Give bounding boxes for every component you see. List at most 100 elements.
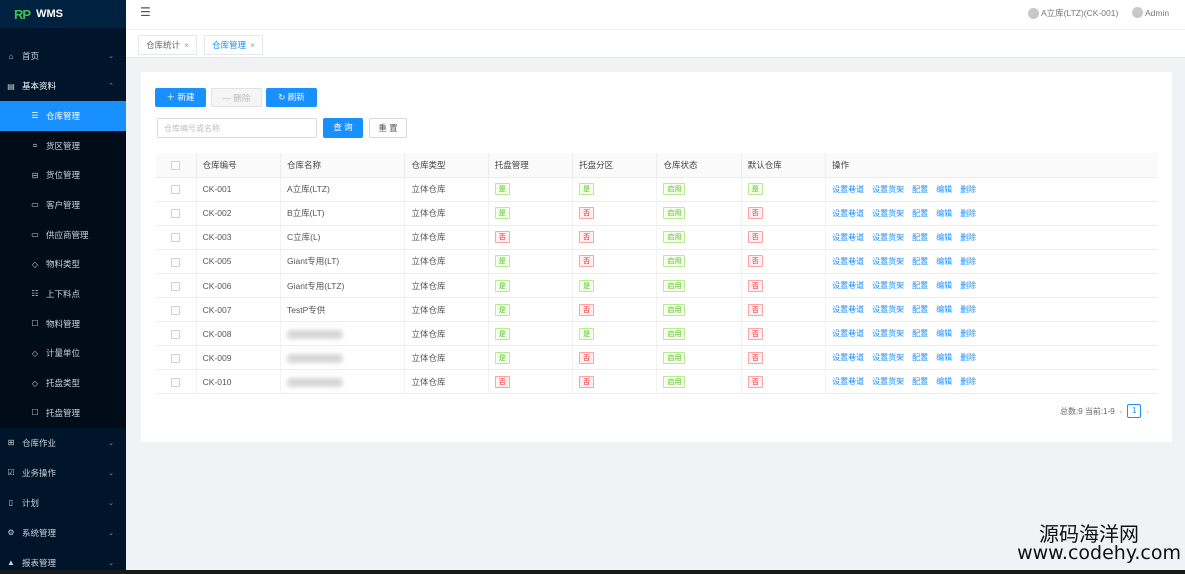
row-action-link[interactable]: 删除: [960, 329, 976, 338]
row-action-link[interactable]: 配置: [912, 329, 928, 338]
row-action-link[interactable]: 编辑: [936, 281, 952, 290]
chevron-right-icon[interactable]: ›: [1146, 407, 1149, 416]
warehouse-switcher[interactable]: A立库(LTZ)(CK-001): [1028, 7, 1118, 19]
delete-button[interactable]: — 删除: [211, 88, 262, 107]
row-checkbox[interactable]: [171, 257, 181, 267]
row-action-link[interactable]: 设置货架: [872, 257, 904, 266]
row-action-link[interactable]: 设置货架: [872, 185, 904, 194]
row-action-link[interactable]: 配置: [912, 233, 928, 242]
sidebar-subitem[interactable]: ⊟ 货位管理: [0, 160, 126, 190]
row-action-link[interactable]: 设置巷道: [832, 353, 864, 362]
table-row[interactable]: CK-005 Giant专用(LT) 立体仓库 是 否 启用 否 设置巷道 设置货…: [156, 249, 1158, 274]
page-button-1[interactable]: 1: [1127, 404, 1142, 418]
sidebar-subitem[interactable]: ◇ 计量单位: [0, 339, 126, 369]
table-row[interactable]: CK-008 立体仓库 是 是 启用 否 设置巷道 设置货架 配置 编辑 删除: [156, 321, 1158, 347]
row-action-link[interactable]: 删除: [960, 233, 976, 242]
sidebar-subitem[interactable]: ◇ 物料类型: [0, 249, 126, 279]
sidebar-group[interactable]: ⚙ 系统管理 ⌄: [0, 518, 126, 548]
status-cell: 启用: [656, 177, 742, 202]
row-action-link[interactable]: 配置: [912, 209, 928, 218]
row-checkbox[interactable]: [171, 378, 181, 388]
table-row[interactable]: CK-001 A立库(LTZ) 立体仓库 是 是 启用 是 设置巷道 设置货架 配置…: [156, 177, 1158, 202]
row-action-link[interactable]: 设置货架: [872, 329, 904, 338]
table-row[interactable]: CK-007 TestP专供 立体仓库 是 否 启用 否 设置巷道 设置货架 配置编…: [156, 297, 1158, 323]
row-action-link[interactable]: 编辑: [936, 353, 952, 362]
sidebar-subitem[interactable]: ◇ 托盘类型: [0, 368, 126, 398]
row-checkbox[interactable]: [171, 353, 181, 363]
row-action-link[interactable]: 编辑: [936, 233, 952, 242]
sidebar-item-home[interactable]: ⌂ 首页 ⌄: [0, 41, 126, 71]
sidebar-subitem[interactable]: ⌗ 货区管理: [0, 131, 126, 161]
row-action-link[interactable]: 编辑: [936, 377, 952, 386]
table-row[interactable]: CK-010 立体仓库 否 否 启用 否 设置巷道 设置货架 配置 编辑 删除: [156, 369, 1158, 395]
chevron-left-icon[interactable]: ‹: [1120, 407, 1123, 416]
sidebar-group[interactable]: ▯ 计划 ⌄: [0, 488, 126, 518]
search-input[interactable]: [157, 118, 317, 138]
table-row[interactable]: CK-006 Giant专用(LTZ) 立体仓库 是 是 启用 否 设置巷道 设置…: [156, 273, 1158, 299]
table-row[interactable]: CK-003 C立库(L) 立体仓库 否 否 启用 否 设置巷道 设置货架 配置 编辑…: [156, 225, 1158, 250]
refresh-button[interactable]: ↻ 刷新: [266, 88, 317, 107]
sidebar-subitem[interactable]: ☐ 物料管理: [0, 309, 126, 339]
sidebar-item-basic[interactable]: ▤ 基本资料 ⌃: [0, 71, 126, 101]
sidebar-subitem[interactable]: ☷ 上下料点: [0, 279, 126, 309]
close-icon[interactable]: ×: [250, 40, 255, 50]
sidebar-subitem[interactable]: ▭ 供应商管理: [0, 220, 126, 250]
row-checkbox[interactable]: [171, 233, 181, 243]
row-checkbox[interactable]: [171, 329, 181, 339]
sidebar-group[interactable]: ☑ 业务操作 ⌄: [0, 458, 126, 488]
row-action-link[interactable]: 设置货架: [872, 209, 904, 218]
tab-warehouse-stats[interactable]: 仓库统计 ×: [138, 35, 197, 55]
row-action-link[interactable]: 设置货架: [872, 377, 904, 386]
row-action-link[interactable]: 设置巷道: [832, 305, 864, 314]
table-row[interactable]: CK-002 B立库(LT) 立体仓库 是 否 启用 否 设置巷道 设置货架 配置编…: [156, 201, 1158, 226]
row-checkbox[interactable]: [171, 185, 181, 195]
row-action-link[interactable]: 删除: [960, 281, 976, 290]
row-action-link[interactable]: 删除: [960, 353, 976, 362]
row-action-link[interactable]: 配置: [912, 281, 928, 290]
row-action-link[interactable]: 设置巷道: [832, 329, 864, 338]
row-action-link[interactable]: 设置货架: [872, 233, 904, 242]
row-action-link[interactable]: 设置巷道: [832, 377, 864, 386]
new-button[interactable]: ＋ 新建: [155, 88, 206, 107]
row-action-link[interactable]: 删除: [960, 185, 976, 194]
row-action-link[interactable]: 编辑: [936, 329, 952, 338]
tab-warehouse-management[interactable]: 仓库管理 ×: [204, 35, 263, 55]
row-action-link[interactable]: 配置: [912, 257, 928, 266]
sidebar-subitem[interactable]: ▭ 客户管理: [0, 190, 126, 220]
user-menu[interactable]: Admin: [1132, 7, 1169, 18]
row-action-link[interactable]: 编辑: [936, 185, 952, 194]
select-all-checkbox[interactable]: [171, 160, 181, 170]
row-checkbox[interactable]: [171, 209, 181, 219]
sidebar-subitem[interactable]: ☐ 托盘管理: [0, 398, 126, 428]
row-action-link[interactable]: 删除: [960, 377, 976, 386]
reset-button[interactable]: 重 置: [369, 118, 407, 138]
row-action-link[interactable]: 删除: [960, 305, 976, 314]
row-checkbox[interactable]: [171, 305, 181, 315]
row-action-link[interactable]: 配置: [912, 305, 928, 314]
row-action-link[interactable]: 配置: [912, 185, 928, 194]
row-action-link[interactable]: 设置巷道: [832, 281, 864, 290]
row-action-link[interactable]: 设置巷道: [832, 209, 864, 218]
row-action-link[interactable]: 删除: [960, 257, 976, 266]
row-action-link[interactable]: 设置巷道: [832, 257, 864, 266]
app-logo[interactable]: RP WMS: [0, 0, 126, 28]
close-icon[interactable]: ×: [184, 40, 189, 50]
sidebar-group[interactable]: ⊞ 仓库作业 ⌄: [0, 428, 126, 458]
row-action-link[interactable]: 设置货架: [872, 353, 904, 362]
query-button[interactable]: 查 询: [323, 118, 363, 138]
row-action-link[interactable]: 设置巷道: [832, 233, 864, 242]
row-action-link[interactable]: 配置: [912, 377, 928, 386]
row-action-link[interactable]: 编辑: [936, 209, 952, 218]
row-action-link[interactable]: 配置: [912, 353, 928, 362]
sidebar-subitem[interactable]: ☰ 仓库管理: [0, 101, 126, 131]
row-action-link[interactable]: 编辑: [936, 257, 952, 266]
menu-fold-icon[interactable]: ☰: [140, 5, 151, 19]
row-action-link[interactable]: 设置货架: [872, 281, 904, 290]
table-row[interactable]: CK-009 立体仓库 是 否 启用 否 设置巷道 设置货架 配置 编辑 删除: [156, 345, 1158, 371]
row-action-link[interactable]: 编辑: [936, 305, 952, 314]
row-action-link[interactable]: 设置巷道: [832, 185, 864, 194]
row-checkbox[interactable]: [171, 281, 181, 291]
row-action-link[interactable]: 删除: [960, 209, 976, 218]
row-action-link[interactable]: 设置货架: [872, 305, 904, 314]
warehouse-code: CK-009: [196, 345, 281, 371]
